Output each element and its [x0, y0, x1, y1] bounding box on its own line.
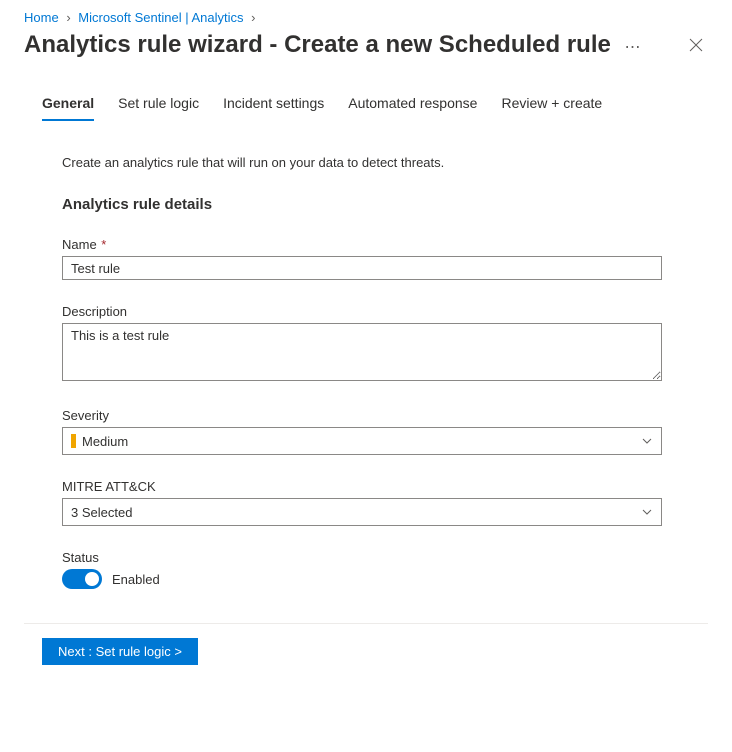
next-button[interactable]: Next : Set rule logic >: [42, 638, 198, 665]
severity-value: Medium: [82, 434, 128, 449]
description-textarea[interactable]: This is a test rule: [62, 323, 662, 381]
chevron-down-icon: [641, 506, 653, 518]
toggle-knob-icon: [85, 572, 99, 586]
name-label: Name *: [62, 237, 690, 252]
mitre-value: 3 Selected: [71, 505, 132, 520]
status-label: Status: [62, 550, 690, 565]
name-input[interactable]: [62, 256, 662, 280]
status-toggle[interactable]: [62, 569, 102, 589]
breadcrumb-sentinel[interactable]: Microsoft Sentinel | Analytics: [78, 10, 243, 25]
breadcrumb-home[interactable]: Home: [24, 10, 59, 25]
breadcrumb: Home › Microsoft Sentinel | Analytics ›: [24, 10, 708, 25]
severity-label: Severity: [62, 408, 690, 423]
divider: [24, 623, 708, 624]
tab-automated-response[interactable]: Automated response: [348, 95, 477, 121]
chevron-right-icon: ›: [251, 10, 255, 25]
mitre-select[interactable]: 3 Selected: [62, 498, 662, 526]
tab-review-create[interactable]: Review + create: [501, 95, 602, 121]
severity-select[interactable]: Medium: [62, 427, 662, 455]
close-icon: [689, 38, 703, 52]
severity-color-icon: [71, 434, 76, 448]
status-value: Enabled: [112, 572, 160, 587]
required-icon: *: [98, 237, 107, 252]
description-label: Description: [62, 304, 690, 319]
chevron-right-icon: ›: [66, 10, 70, 25]
page-title: Analytics rule wizard - Create a new Sch…: [24, 31, 611, 59]
close-button[interactable]: [684, 33, 708, 57]
section-title: Analytics rule details: [62, 196, 690, 213]
intro-text: Create an analytics rule that will run o…: [62, 155, 690, 170]
tab-general[interactable]: General: [42, 95, 94, 121]
tab-set-rule-logic[interactable]: Set rule logic: [118, 95, 199, 121]
chevron-down-icon: [641, 435, 653, 447]
tab-incident-settings[interactable]: Incident settings: [223, 95, 324, 121]
tab-bar: General Set rule logic Incident settings…: [24, 95, 708, 121]
more-icon[interactable]: ⋯: [624, 39, 641, 56]
mitre-label: MITRE ATT&CK: [62, 479, 690, 494]
